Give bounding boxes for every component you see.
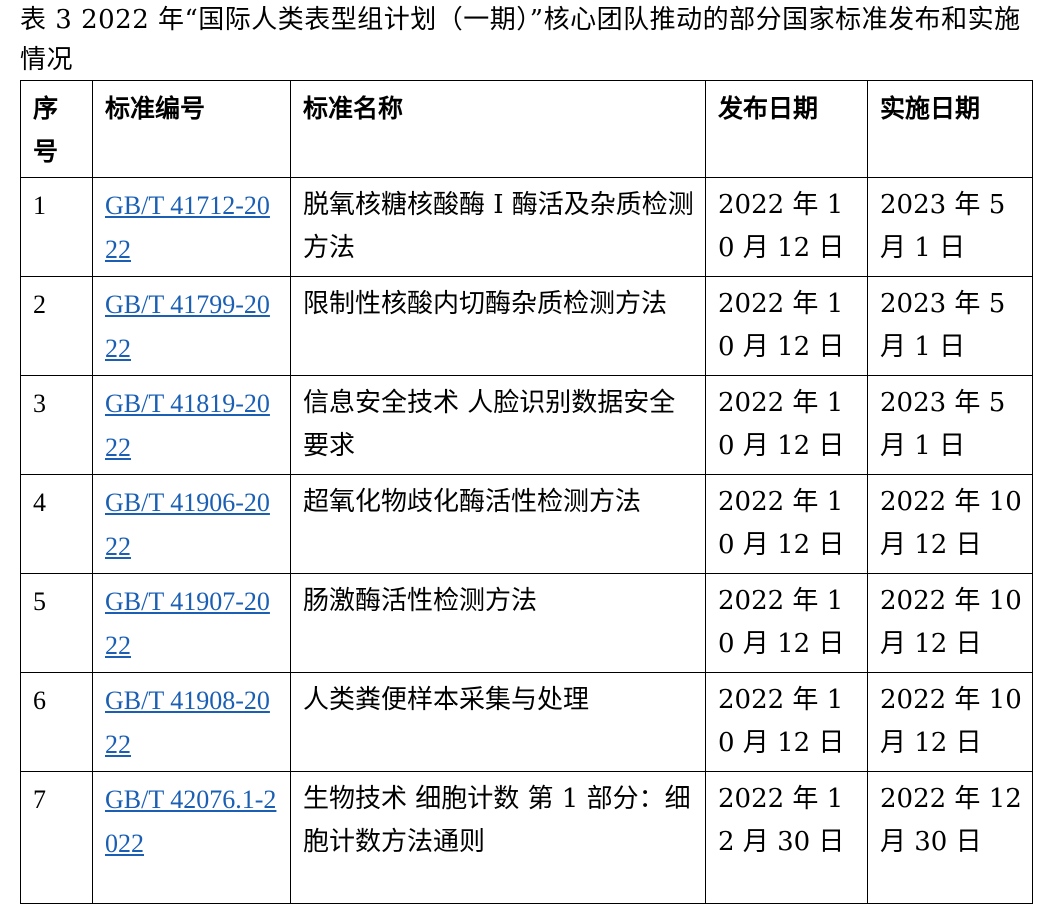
cell-seq: 6 [20, 672, 93, 772]
cell-code: GB/T 41712-2022 [92, 177, 291, 277]
standard-code-link[interactable]: GB/T 41906-2022 [105, 488, 270, 561]
table-row: 6 GB/T 41908-2022 人类粪便样本采集与处理 2022 年 10 月 1… [20, 672, 1033, 772]
cell-release-date: 2022 年 10 月 12 日 [705, 672, 868, 772]
cell-implement-date: 2023 年 5 月 1 日 [867, 177, 1033, 277]
standard-code-link[interactable]: GB/T 41819-2022 [105, 389, 270, 462]
header-seq: 序号 [20, 80, 93, 178]
table-row: 1 GB/T 41712-2022 脱氧核糖核酸酶 I 酶活及杂质检测方法 2022 … [20, 177, 1033, 277]
standard-code-link[interactable]: GB/T 41908-2022 [105, 686, 270, 759]
table-row: 4 GB/T 41906-2022 超氧化物歧化酶活性检测方法 2022 年 10 月… [20, 474, 1033, 574]
cell-seq: 2 [20, 276, 93, 376]
cell-seq: 7 [20, 771, 93, 904]
table-caption: 表 3 2022 年“国际人类表型组计划（一期）”核心团队推动的部分国家标准发布… [20, 5, 1021, 75]
cell-release-date: 2022 年 10 月 12 日 [705, 276, 868, 376]
cell-code: GB/T 41819-2022 [92, 375, 291, 475]
header-code: 标准编号 [92, 80, 291, 178]
cell-implement-date: 2023 年 5 月 1 日 [867, 276, 1033, 376]
table-header-row: 序号 标准编号 标准名称 发布日期 实施日期 [20, 80, 1033, 178]
cell-implement-date: 2022 年 12 月 30 日 [867, 771, 1033, 904]
cell-name: 肠激酶活性检测方法 [290, 573, 706, 673]
header-implement-date: 实施日期 [867, 80, 1033, 178]
cell-code: GB/T 41906-2022 [92, 474, 291, 574]
cell-seq: 1 [20, 177, 93, 277]
cell-code: GB/T 41799-2022 [92, 276, 291, 376]
cell-code: GB/T 42076.1-2022 [92, 771, 291, 904]
cell-implement-date: 2022 年 10 月 12 日 [867, 573, 1033, 673]
standard-code-link[interactable]: GB/T 41907-2022 [105, 587, 270, 660]
cell-release-date: 2022 年 12 月 30 日 [705, 771, 868, 904]
standards-table: 序号 标准编号 标准名称 发布日期 实施日期 1 GB/T 41712-2022 脱… [20, 80, 1033, 904]
cell-name: 脱氧核糖核酸酶 I 酶活及杂质检测方法 [290, 177, 706, 277]
table-row: 7 GB/T 42076.1-2022 生物技术 细胞计数 第 1 部分：细胞计数方… [20, 771, 1033, 904]
standard-code-link[interactable]: GB/T 42076.1-2022 [105, 785, 276, 858]
table-row: 2 GB/T 41799-2022 限制性核酸内切酶杂质检测方法 2022 年 10 … [20, 276, 1033, 376]
cell-code: GB/T 41908-2022 [92, 672, 291, 772]
cell-name: 超氧化物歧化酶活性检测方法 [290, 474, 706, 574]
table-body: 1 GB/T 41712-2022 脱氧核糖核酸酶 I 酶活及杂质检测方法 2022 … [20, 177, 1033, 904]
cell-name: 生物技术 细胞计数 第 1 部分：细胞计数方法通则 [290, 771, 706, 904]
cell-implement-date: 2022 年 10 月 12 日 [867, 474, 1033, 574]
cell-seq: 5 [20, 573, 93, 673]
table-row: 3 GB/T 41819-2022 信息安全技术 人脸识别数据安全要求 2022 年 … [20, 375, 1033, 475]
cell-name: 信息安全技术 人脸识别数据安全要求 [290, 375, 706, 475]
table-row: 5 GB/T 41907-2022 肠激酶活性检测方法 2022 年 10 月 12 … [20, 573, 1033, 673]
cell-release-date: 2022 年 10 月 12 日 [705, 573, 868, 673]
standard-code-link[interactable]: GB/T 41712-2022 [105, 191, 270, 264]
cell-name: 人类粪便样本采集与处理 [290, 672, 706, 772]
standard-code-link[interactable]: GB/T 41799-2022 [105, 290, 270, 363]
cell-implement-date: 2022 年 10 月 12 日 [867, 672, 1033, 772]
cell-release-date: 2022 年 10 月 12 日 [705, 375, 868, 475]
cell-release-date: 2022 年 10 月 12 日 [705, 177, 868, 277]
header-release-date: 发布日期 [705, 80, 868, 178]
cell-release-date: 2022 年 10 月 12 日 [705, 474, 868, 574]
cell-seq: 4 [20, 474, 93, 574]
cell-seq: 3 [20, 375, 93, 475]
cell-name: 限制性核酸内切酶杂质检测方法 [290, 276, 706, 376]
cell-implement-date: 2023 年 5 月 1 日 [867, 375, 1033, 475]
cell-code: GB/T 41907-2022 [92, 573, 291, 673]
header-name: 标准名称 [290, 80, 706, 178]
